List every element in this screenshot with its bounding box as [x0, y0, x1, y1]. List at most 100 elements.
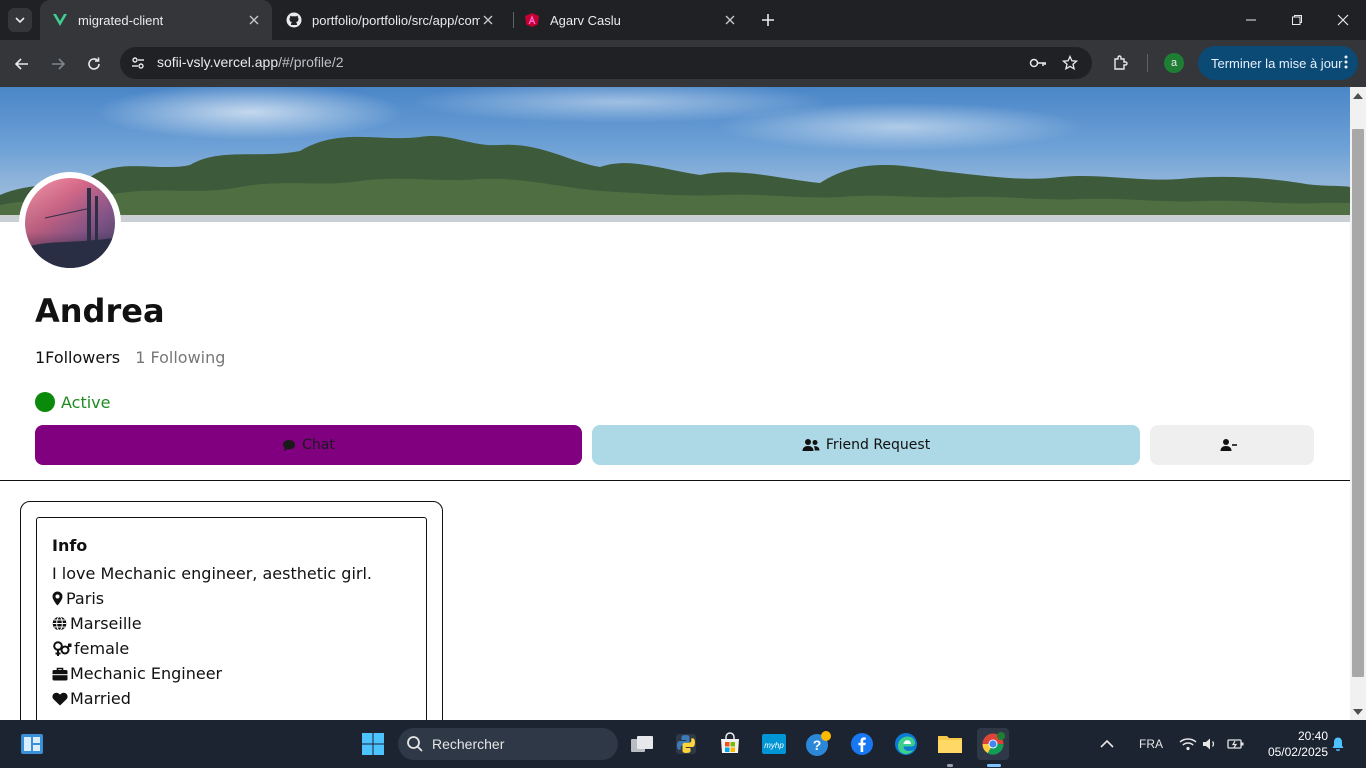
globe-icon: [52, 616, 68, 631]
active-app-indicator: [987, 764, 1001, 767]
clock-time: 20:40: [1297, 729, 1328, 743]
close-tab-icon[interactable]: [722, 12, 738, 28]
notification-bell-icon[interactable]: [1330, 720, 1346, 768]
plus-icon: [762, 14, 774, 26]
arrow-right-icon: [52, 58, 66, 70]
chat-bubble-icon: [282, 439, 296, 452]
search-icon: [406, 735, 424, 753]
arrow-left-icon: [14, 58, 28, 70]
location-text: Paris: [66, 589, 105, 608]
vercel-v-icon: [52, 12, 68, 28]
search-placeholder: Rechercher: [432, 736, 505, 752]
password-key-icon[interactable]: [1028, 53, 1048, 73]
more-vert-icon: [1344, 54, 1348, 73]
clock-date: 05/02/2025: [1267, 745, 1328, 759]
relationship-text: Married: [70, 689, 131, 708]
input-language[interactable]: FRA: [1139, 720, 1163, 768]
tab-migrated-client[interactable]: migrated-client: [40, 0, 272, 40]
angular-icon: [524, 12, 540, 28]
forward-button[interactable]: [46, 52, 70, 76]
bookmark-star-icon[interactable]: [1060, 53, 1080, 73]
avatar-scene: [25, 188, 115, 268]
info-location: Paris: [52, 586, 411, 611]
profile-avatar[interactable]: [25, 178, 115, 268]
url-host: sofii-vsly.vercel.app: [157, 54, 279, 70]
cover-photo-trees: [0, 135, 1350, 222]
info-card: Info I love Mechanic engineer, aesthetic…: [36, 517, 427, 720]
gender-text: female: [74, 639, 130, 658]
following-link[interactable]: 1 Following: [135, 348, 225, 367]
minimize-window-button[interactable]: [1228, 0, 1274, 40]
site-settings-icon[interactable]: [128, 53, 148, 73]
job-text: Mechanic Engineer: [70, 664, 223, 683]
address-bar[interactable]: sofii-vsly.vercel.app/#/profile/2: [120, 47, 1092, 79]
extensions-button[interactable]: [1110, 52, 1132, 74]
github-icon: [286, 12, 302, 28]
task-view-icon[interactable]: [626, 728, 658, 760]
browser-toolbar: sofii-vsly.vercel.app/#/profile/2 a Term…: [0, 40, 1366, 87]
page-scrollbar[interactable]: [1350, 87, 1366, 720]
bio-text: I love Mechanic engineer, aesthetic girl…: [52, 564, 373, 583]
restore-window-button[interactable]: [1274, 0, 1320, 40]
status-dot: [35, 392, 55, 412]
widgets-icon[interactable]: [16, 728, 48, 760]
browser-tab-bar: migrated-client portfolio/portfolio/src/…: [0, 0, 1366, 40]
reload-button[interactable]: [82, 52, 106, 76]
file-explorer-icon[interactable]: [934, 728, 966, 760]
scrollbar-thumb[interactable]: [1352, 129, 1364, 677]
tab-search-menu-button[interactable]: [8, 8, 32, 32]
friend-request-button[interactable]: Friend Request: [592, 425, 1140, 465]
close-window-button[interactable]: [1320, 0, 1366, 40]
info-bio: I love Mechanic engineer, aesthetic girl…: [52, 561, 411, 586]
chrome-icon[interactable]: [977, 728, 1009, 760]
tab-github-portfolio[interactable]: portfolio/portfolio/src/app/com: [274, 0, 506, 40]
windows-taskbar: Rechercher myhp ? FRA 20:40 05/02/2025: [0, 720, 1366, 768]
puzzle-icon: [1114, 55, 1128, 70]
info-title: Info: [52, 536, 88, 555]
remove-friend-button[interactable]: [1150, 425, 1314, 465]
toolbar-separator: [1147, 54, 1148, 72]
new-tab-button[interactable]: [758, 10, 778, 30]
windows-start-icon[interactable]: [357, 728, 389, 760]
myhp-icon[interactable]: myhp: [758, 728, 790, 760]
tab-title: Agarv Caslu: [550, 12, 621, 28]
finish-update-button[interactable]: Terminer la mise à jour: [1198, 46, 1358, 80]
show-hidden-icons-button[interactable]: [1100, 720, 1114, 768]
chat-button-label: Chat: [302, 437, 335, 453]
profile-name: Andrea: [35, 292, 165, 330]
close-tab-icon[interactable]: [246, 12, 262, 28]
minimize-icon: [1246, 19, 1256, 21]
microsoft-store-icon[interactable]: [714, 728, 746, 760]
profile-header-divider: [0, 480, 1350, 481]
briefcase-icon: [52, 667, 68, 681]
tab-agarv-caslu[interactable]: Agarv Caslu: [512, 0, 748, 40]
back-button[interactable]: [10, 52, 34, 76]
info-gender: female: [52, 636, 411, 661]
restore-icon: [1292, 15, 1302, 25]
status-text: Active: [61, 392, 111, 412]
scroll-down-arrow-icon[interactable]: [1353, 707, 1363, 717]
profile-avatar-button[interactable]: a: [1164, 53, 1184, 73]
page-viewport: Andrea 1Followers 1 Following Active Cha…: [0, 87, 1350, 720]
taskbar-search[interactable]: Rechercher: [398, 728, 618, 760]
hometown-text: Marseille: [70, 614, 142, 633]
map-pin-icon: [52, 591, 64, 606]
scroll-up-arrow-icon[interactable]: [1353, 91, 1363, 101]
facebook-icon[interactable]: [846, 728, 878, 760]
python-icon[interactable]: [670, 728, 702, 760]
edge-icon[interactable]: [890, 728, 922, 760]
close-icon: [1337, 14, 1349, 26]
system-clock[interactable]: 20:40 05/02/2025: [1256, 728, 1328, 760]
help-icon[interactable]: ?: [802, 728, 834, 760]
chevron-down-icon: [15, 17, 25, 24]
followers-link[interactable]: 1Followers: [35, 348, 120, 367]
volume-icon[interactable]: [1202, 720, 1218, 768]
close-tab-icon[interactable]: [480, 12, 496, 28]
user-group-icon: [802, 438, 820, 452]
wifi-icon[interactable]: [1179, 720, 1197, 768]
cover-photo: [0, 87, 1350, 222]
tab-title: migrated-client: [78, 12, 164, 28]
battery-icon[interactable]: [1227, 720, 1245, 768]
info-hometown: Marseille: [52, 611, 411, 636]
chat-button[interactable]: Chat: [35, 425, 582, 465]
